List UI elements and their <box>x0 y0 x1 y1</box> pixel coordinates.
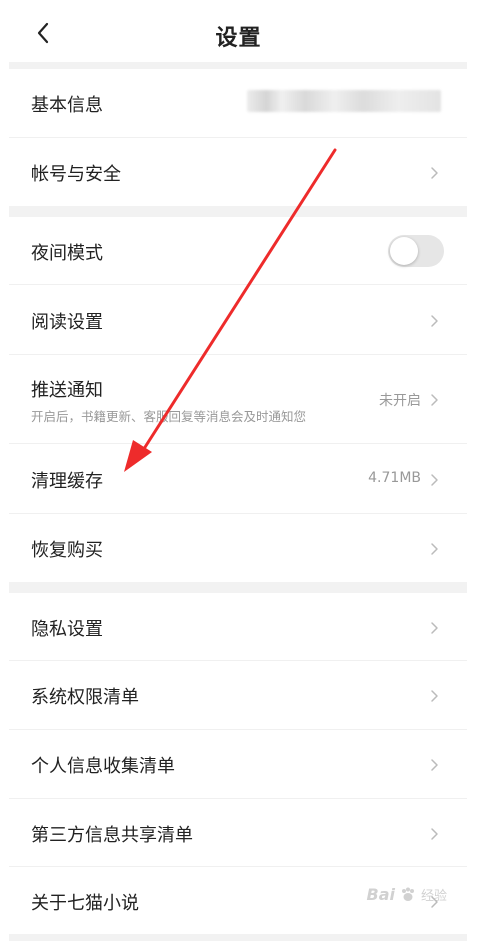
row-third-party[interactable]: 第三方信息共享清单 <box>9 799 467 867</box>
watermark-sub: 经验 <box>420 889 447 904</box>
row-label: 阅读设置 <box>31 312 103 333</box>
row-reading-settings[interactable]: 阅读设置 <box>9 285 467 355</box>
paw-icon <box>401 887 414 901</box>
toggle-knob <box>390 237 418 265</box>
section-divider <box>9 62 467 69</box>
row-label: 系统权限清单 <box>31 687 139 708</box>
row-label: 个人信息收集清单 <box>31 756 175 777</box>
row-night-mode[interactable]: 夜间模式 <box>9 217 467 285</box>
chevron-right-icon <box>431 474 438 486</box>
section-divider <box>9 206 467 217</box>
row-label: 恢复购买 <box>31 540 103 561</box>
page-title: 设置 <box>215 26 262 51</box>
row-subtitle: 开启后，书籍更新、客服回复等消息会及时通知您 <box>31 409 307 424</box>
row-restore-purchase[interactable]: 恢复购买 <box>9 514 467 582</box>
night-mode-toggle[interactable] <box>388 235 444 267</box>
row-label: 基本信息 <box>31 95 103 116</box>
row-label: 推送通知 <box>31 380 103 401</box>
watermark: Bai 经验 <box>367 885 448 904</box>
watermark-text: Bai <box>366 885 395 904</box>
row-system-permissions[interactable]: 系统权限清单 <box>9 661 467 730</box>
chevron-right-icon <box>431 543 438 555</box>
chevron-right-icon <box>431 759 438 771</box>
chevron-right-icon <box>431 828 438 840</box>
row-personal-info[interactable]: 个人信息收集清单 <box>9 730 467 799</box>
row-push-notify[interactable]: 推送通知 开启后，书籍更新、客服回复等消息会及时通知您 未开启 <box>9 355 467 444</box>
row-basic-info[interactable]: 基本信息 <box>9 69 467 138</box>
row-account-security[interactable]: 帐号与安全 <box>9 138 467 206</box>
row-clear-cache[interactable]: 清理缓存 4.71MB <box>9 444 467 514</box>
push-status-value: 未开启 <box>379 393 421 409</box>
chevron-right-icon <box>431 622 438 634</box>
row-label: 帐号与安全 <box>31 164 121 185</box>
row-privacy[interactable]: 隐私设置 <box>9 593 467 661</box>
row-label: 关于七猫小说 <box>31 893 139 914</box>
row-label: 清理缓存 <box>31 471 103 492</box>
settings-screen: 设置 基本信息 帐号与安全 夜间模式 阅读设置 推送通知 开启后，书籍更新、客服… <box>0 0 477 941</box>
cache-size-value: 4.71MB <box>368 470 421 486</box>
row-label: 隐私设置 <box>31 619 103 640</box>
section-divider <box>9 582 467 593</box>
chevron-right-icon <box>431 315 438 327</box>
blurred-info-value <box>247 90 441 112</box>
chevron-right-icon <box>431 690 438 702</box>
chevron-right-icon <box>431 394 438 406</box>
row-label: 夜间模式 <box>31 243 103 264</box>
bottom-divider <box>9 934 467 941</box>
chevron-right-icon <box>431 167 438 179</box>
row-label: 第三方信息共享清单 <box>31 825 193 846</box>
header: 设置 <box>0 0 477 62</box>
